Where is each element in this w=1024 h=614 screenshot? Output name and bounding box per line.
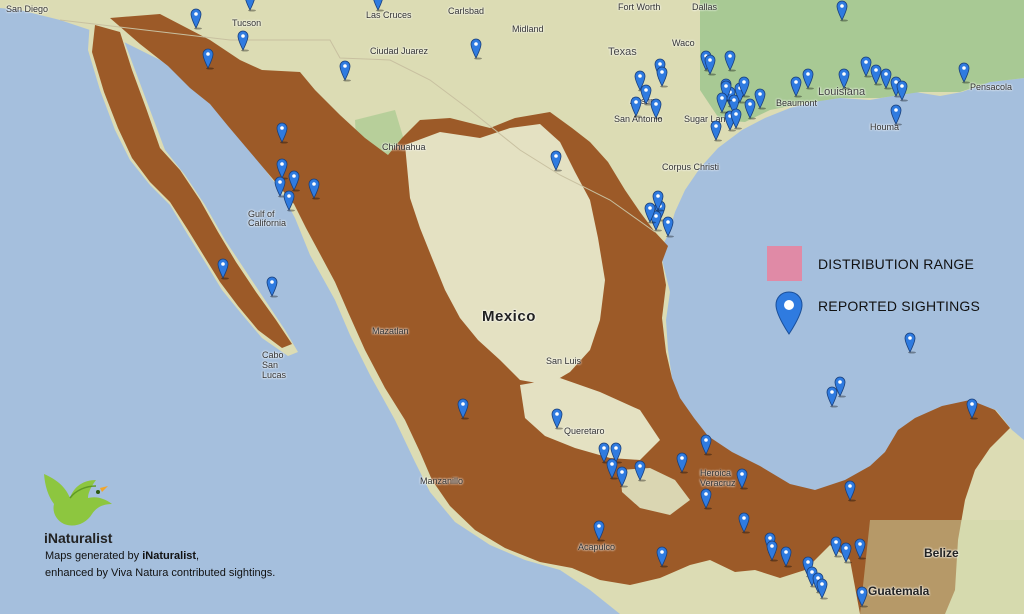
sighting-pin[interactable] [630, 96, 642, 118]
sighting-pin[interactable] [890, 104, 902, 126]
label-waco: Waco [672, 38, 695, 48]
sighting-pin[interactable] [854, 538, 866, 560]
sighting-pin[interactable] [656, 66, 668, 88]
sighting-pin[interactable] [616, 466, 628, 488]
sighting-pin[interactable] [738, 76, 750, 98]
label-texas: Texas [608, 46, 637, 58]
label-fort-worth: Fort Worth [618, 2, 661, 12]
sighting-pin[interactable] [738, 512, 750, 534]
credit-line-2: enhanced by Viva Natura contributed sigh… [45, 567, 276, 579]
sighting-pin[interactable] [634, 460, 646, 482]
label-belize: Belize [924, 546, 959, 560]
legend-pin-icon [775, 291, 803, 335]
sighting-pin[interactable] [700, 488, 712, 510]
sighting-pin[interactable] [202, 48, 214, 70]
sighting-pin[interactable] [551, 408, 563, 430]
label-ciudad-juarez: Ciudad Juarez [370, 46, 429, 56]
label-manzanillo: Manzanillo [420, 476, 464, 486]
sighting-pin[interactable] [457, 398, 469, 420]
label-tucson: Tucson [232, 18, 262, 28]
label-queretaro: Queretaro [564, 426, 605, 436]
label-beaumont: Beaumont [776, 98, 818, 108]
legend-range-swatch [767, 246, 802, 281]
label-guatemala: Guatemala [868, 584, 930, 598]
sighting-pin[interactable] [550, 150, 562, 172]
sighting-pin[interactable] [283, 190, 295, 212]
label-mazatlan: Mazatlan [372, 326, 409, 336]
label-san-luis: San Luis [546, 356, 582, 366]
label-dallas: Dallas [692, 2, 718, 12]
sighting-pin[interactable] [736, 468, 748, 490]
sighting-pin[interactable] [593, 520, 605, 542]
sighting-pin[interactable] [288, 170, 300, 192]
label-midland: Midland [512, 24, 544, 34]
sighting-pin[interactable] [802, 68, 814, 90]
sighting-pin[interactable] [662, 216, 674, 238]
sighting-pin[interactable] [650, 98, 662, 120]
label-san-diego: San Diego [6, 4, 49, 14]
sighting-pin[interactable] [966, 398, 978, 420]
label-pensacola: Pensacola [970, 82, 1013, 92]
sighting-pin[interactable] [856, 586, 868, 608]
sighting-pin[interactable] [237, 30, 249, 52]
sighting-pin[interactable] [676, 452, 688, 474]
sighting-pin[interactable] [724, 50, 736, 72]
sighting-pin[interactable] [656, 546, 668, 568]
credit-prefix: Maps generated by [45, 550, 143, 562]
label-gulf-of-california: Gulf of California [248, 209, 287, 228]
sighting-pin[interactable] [838, 68, 850, 90]
sighting-pin[interactable] [754, 88, 766, 110]
label-corpus-christi: Corpus Christi [662, 162, 720, 172]
sighting-pin[interactable] [896, 80, 908, 102]
label-acapulco: Acapulco [578, 542, 616, 552]
inaturalist-brand: iNaturalist [44, 530, 113, 546]
legend-range-label: DISTRIBUTION RANGE [818, 256, 975, 272]
label-cabo-san-lucas: Cabo San Lucas [262, 350, 287, 380]
label-chihuahua: Chihuahua [382, 142, 426, 152]
legend-sightings-label: REPORTED SIGHTINGS [818, 298, 981, 314]
map[interactable]: San Diego Tucson Las Cruces Carlsbad Mid… [0, 0, 1024, 614]
sighting-pin[interactable] [700, 434, 712, 456]
sighting-pin[interactable] [217, 258, 229, 280]
sighting-pin[interactable] [816, 578, 828, 600]
sighting-pin[interactable] [840, 542, 852, 564]
sighting-pin[interactable] [834, 376, 846, 398]
sighting-pin[interactable] [652, 190, 664, 212]
label-mexico: Mexico [482, 308, 536, 325]
sighting-pin[interactable] [190, 8, 202, 30]
label-heroica-veracruz: Heroica Veracruz [700, 468, 736, 488]
sighting-pin[interactable] [766, 540, 778, 562]
sighting-pin[interactable] [780, 546, 792, 568]
credit-suffix: , [196, 550, 200, 562]
credit-line-1: Maps generated by iNaturalist, [45, 550, 199, 562]
sighting-pin[interactable] [958, 62, 970, 84]
credit-brand: iNaturalist [142, 550, 197, 562]
land-belize-guatemala [860, 520, 1024, 614]
sighting-pin[interactable] [704, 54, 716, 76]
sighting-pin[interactable] [710, 120, 722, 142]
sighting-pin[interactable] [266, 276, 278, 298]
sighting-pin[interactable] [339, 60, 351, 82]
sighting-pin[interactable] [730, 108, 742, 130]
sighting-pin[interactable] [470, 38, 482, 60]
sighting-pin[interactable] [276, 122, 288, 144]
sighting-pin[interactable] [904, 332, 916, 354]
sighting-pin[interactable] [836, 0, 848, 22]
sighting-pin[interactable] [716, 92, 728, 114]
sighting-pin[interactable] [308, 178, 320, 200]
sighting-pin[interactable] [790, 76, 802, 98]
sighting-pin[interactable] [844, 480, 856, 502]
sighting-pin[interactable] [372, 0, 384, 12]
label-carlsbad: Carlsbad [448, 6, 485, 16]
inaturalist-bird-logo [44, 474, 112, 526]
sighting-pin[interactable] [244, 0, 256, 12]
